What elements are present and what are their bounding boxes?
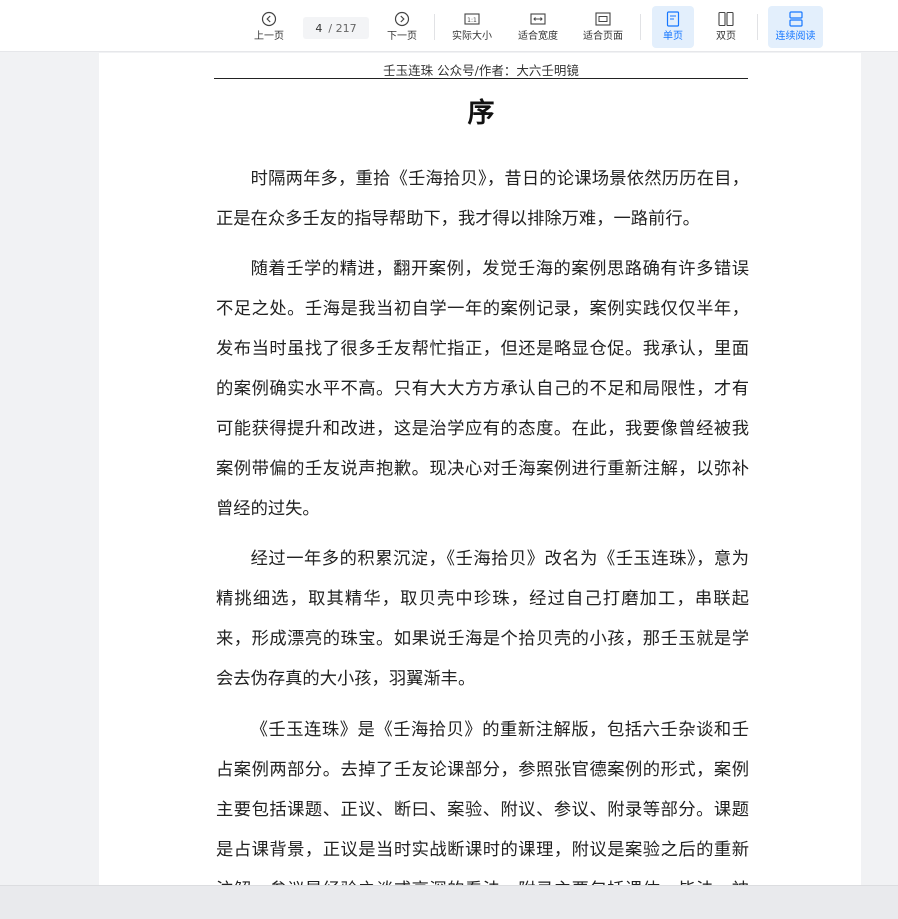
total-pages: / 217: [328, 21, 357, 35]
fit-width-label: 适合宽度: [518, 31, 558, 42]
fit-page-label: 适合页面: [583, 31, 623, 42]
prev-page-label: 上一页: [254, 31, 284, 42]
double-page-icon: [717, 10, 735, 28]
toolbar-divider: [434, 14, 435, 40]
next-page-label: 下一页: [387, 31, 417, 42]
reader-toolbar: 上一页 4 / 217 下一页 1:1 实际大小 适合宽度 适合页面 单页 双页…: [0, 0, 898, 52]
next-page-button[interactable]: 下一页: [383, 6, 421, 48]
current-page-number[interactable]: 4: [315, 22, 322, 35]
paragraph: 时隔两年多，重拾《壬海拾贝》，昔日的论课场景依然历历在目，正是在众多壬友的指导帮…: [216, 169, 749, 229]
single-page-button[interactable]: 单页: [652, 6, 694, 48]
svg-text:1:1: 1:1: [467, 17, 477, 24]
actual-size-icon: 1:1: [463, 10, 481, 28]
pdf-page: 壬玉连珠 公众号/作者：大六壬明镜 序 时隔两年多，重拾《壬海拾贝》，昔日的论课…: [99, 53, 861, 885]
double-page-button[interactable]: 双页: [706, 6, 746, 48]
page-number-input[interactable]: 4 / 217: [303, 17, 369, 39]
continuous-reading-icon: [787, 10, 805, 28]
single-page-icon: [664, 10, 682, 28]
paragraph: 随着壬学的精进，翻开案例，发觉壬海的案例思路确有许多错误不足之处。壬海是我当初自…: [216, 259, 749, 519]
page-title: 序: [467, 98, 495, 129]
prev-page-button[interactable]: 上一页: [250, 6, 288, 48]
running-header: 壬玉连珠 公众号/作者：大六壬明镜: [214, 60, 748, 79]
chevron-right-icon: [393, 10, 411, 28]
bottom-status-bar: [0, 885, 898, 919]
paragraph: 经过一年多的积累沉淀，《壬海拾贝》改名为《壬玉连珠》，意为精挑细选，取其精华，取…: [216, 549, 749, 689]
toolbar-divider: [640, 14, 641, 40]
fit-width-button[interactable]: 适合宽度: [514, 6, 562, 48]
chevron-left-icon: [260, 10, 278, 28]
fit-width-icon: [529, 10, 547, 28]
actual-size-button[interactable]: 1:1 实际大小: [448, 6, 496, 48]
document-viewer[interactable]: 壬玉连珠 公众号/作者：大六壬明镜 序 时隔两年多，重拾《壬海拾贝》，昔日的论课…: [0, 53, 898, 885]
fit-page-icon: [594, 10, 612, 28]
fit-page-button[interactable]: 适合页面: [579, 6, 627, 48]
toolbar-divider: [757, 14, 758, 40]
paragraph: 《壬玉连珠》是《壬海拾贝》的重新注解版，包括六壬杂谈和壬占案例两部分。去掉了壬友…: [216, 720, 749, 885]
single-page-label: 单页: [663, 31, 683, 42]
actual-size-label: 实际大小: [452, 31, 492, 42]
double-page-label: 双页: [716, 31, 736, 42]
continuous-reading-label: 连续阅读: [775, 31, 816, 42]
continuous-reading-button[interactable]: 连续阅读: [768, 6, 823, 48]
